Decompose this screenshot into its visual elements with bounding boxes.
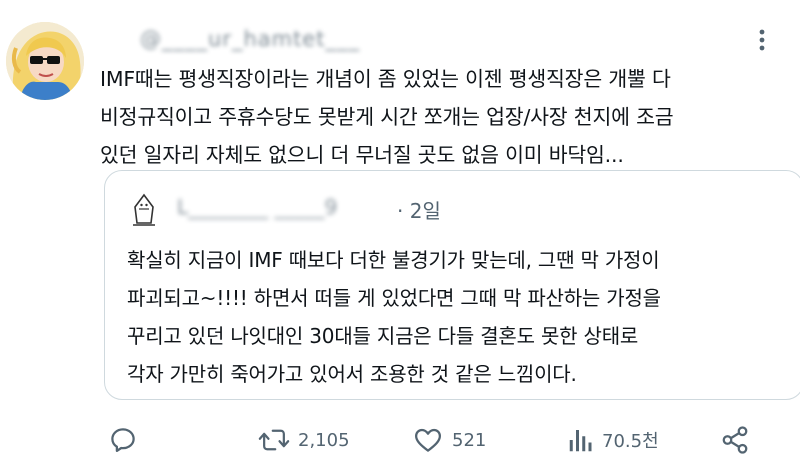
like-button[interactable]: 521 <box>412 420 486 460</box>
heart-icon <box>415 428 441 452</box>
retweet-button[interactable]: 2,105 <box>258 420 350 460</box>
tweet-header: @____ur_hamtet___ <box>140 26 360 52</box>
quoted-tweet[interactable]: L________ _____9 · 2일 확실히 지금이 IMF 때보다 더한… <box>104 170 800 400</box>
tweet: @____ur_hamtet___ IMF때는 평생직장이라는 개념이 좀 있었… <box>0 0 800 467</box>
views-count: 70.5천 <box>602 431 659 452</box>
user-handle[interactable]: @____ur_hamtet___ <box>140 27 360 51</box>
views-button[interactable]: 70.5천 <box>568 420 659 460</box>
avatar-illustration <box>6 22 84 100</box>
quoted-tweet-text: 확실히 지금이 IMF 때보다 더한 불경기가 맞는데, 그땐 막 가정이 파괴… <box>127 248 661 386</box>
retweet-icon <box>258 429 290 451</box>
quoted-timestamp: · 2일 <box>397 199 441 223</box>
views-icon <box>569 430 592 452</box>
tweet-text: IMF때는 평생직장이라는 개념이 좀 있었는 이젠 평생직장은 개뿔 다 비정… <box>100 67 674 167</box>
user-avatar[interactable] <box>6 22 84 100</box>
retweet-count: 2,105 <box>298 429 350 451</box>
quoted-user-name[interactable]: L________ _____9 <box>177 195 337 219</box>
more-options-icon[interactable] <box>752 26 772 54</box>
like-count: 521 <box>452 429 487 451</box>
share-button[interactable] <box>720 420 750 460</box>
action-bar: 2,105 521 70.5천 <box>0 420 800 460</box>
reply-button[interactable] <box>108 420 146 460</box>
share-icon <box>722 426 748 454</box>
quoted-user-avatar[interactable] <box>129 193 159 227</box>
reply-icon <box>111 428 135 452</box>
